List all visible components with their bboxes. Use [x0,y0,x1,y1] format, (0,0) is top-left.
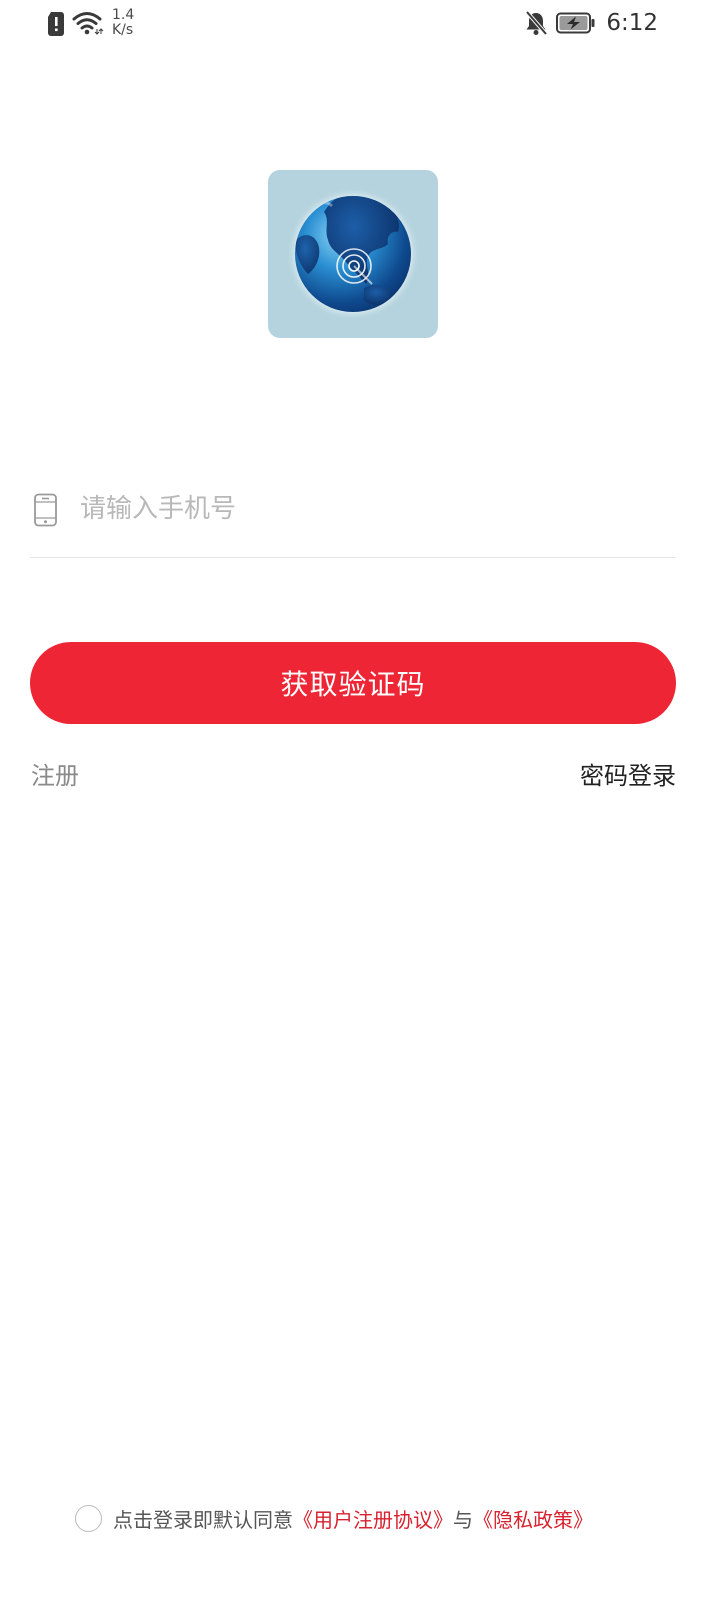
clock: 6:12 [606,10,658,36]
agree-checkbox[interactable] [75,1504,102,1532]
user-agreement-link[interactable]: 《用户注册协议》 [293,1504,453,1533]
globe-logo-icon [286,187,420,321]
agreement-prefix: 点击登录即默认同意 [113,1507,293,1532]
register-link[interactable]: 注册 [31,756,79,791]
privacy-policy-link[interactable]: 《隐私政策》 [473,1504,593,1533]
wifi-icon [72,12,104,35]
status-left: 1.4 K/s [46,8,134,38]
network-speed-value: 1.4 [112,7,135,23]
phone-input[interactable] [80,486,670,532]
phone-icon [34,493,57,527]
network-speed-unit: K/s [112,22,134,38]
get-code-button[interactable]: 获取验证码 [30,642,676,724]
battery-charging-icon [556,12,595,34]
agreement-connector: 与 [453,1507,473,1532]
app-logo [268,170,438,338]
agreement-row: 点击登录即默认同意 《用户注册协议》 与 《隐私政策》 [75,1502,593,1534]
password-login-link[interactable]: 密码登录 [580,756,676,791]
phone-input-row [30,478,676,558]
status-bar: 1.4 K/s 6:12 [0,0,720,50]
network-speed: 1.4 K/s [112,8,134,38]
login-screen: 1.4 K/s 6:12 请输入手机号 获取验证码 注册 密码登录 点击登录即默… [0,0,720,1600]
status-right: 6:12 [524,10,658,36]
sim-alert-icon [48,12,64,36]
bell-off-icon [525,10,548,36]
